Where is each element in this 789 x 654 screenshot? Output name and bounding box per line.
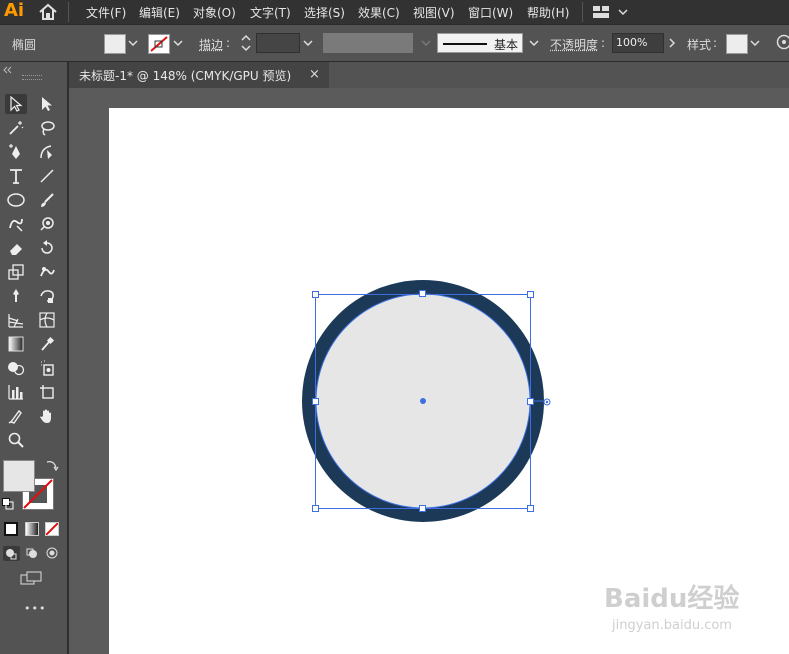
artwork-layer [302,280,551,522]
watermark-logo: Baidu经验 [604,584,740,614]
watermark-url: jingyan.baidu.com [612,618,732,633]
handle-bottom-left[interactable] [312,505,319,512]
handle-top-center[interactable] [419,290,426,297]
handle-top-right[interactable] [527,291,534,298]
handle-bottom-center[interactable] [419,505,426,512]
handle-bottom-right[interactable] [527,505,534,512]
handle-top-left[interactable] [312,291,319,298]
handle-middle-left[interactable] [312,398,319,405]
center-point[interactable] [420,398,426,404]
handle-middle-right[interactable] [527,398,534,405]
pie-widget-dot [545,400,549,404]
